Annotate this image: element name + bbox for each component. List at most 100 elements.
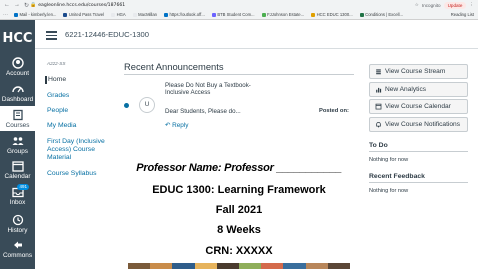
- course-nav-people[interactable]: People: [47, 107, 117, 115]
- new-analytics-button[interactable]: New Analytics: [369, 82, 468, 97]
- groups-icon: [12, 137, 23, 145]
- menu-icon[interactable]: ⋮: [469, 2, 474, 8]
- analytics-icon: [376, 87, 382, 93]
- sidebar-button-label: View Course Notifications: [385, 121, 461, 128]
- back-icon[interactable]: ←: [4, 2, 10, 9]
- banner-image: [128, 263, 351, 269]
- nav-item-label: Groups: [7, 148, 28, 155]
- folder-icon: [111, 12, 116, 17]
- history-icon: [12, 214, 23, 226]
- course-nav-course-syllabus[interactable]: Course Syllabus: [47, 170, 117, 178]
- bookmark-item[interactable]: Conditions | Excell...: [359, 12, 403, 17]
- bookmark-label: BTB Student Com...: [217, 12, 255, 17]
- professor-name: Professor Name: Professor ___________: [136, 162, 342, 174]
- course-nav-home[interactable]: Home: [45, 76, 115, 84]
- reply-icon: ↶: [165, 122, 171, 129]
- star-icon[interactable]: ☆: [415, 2, 419, 8]
- nav-item-label: Dashboard: [1, 96, 34, 103]
- forward-icon[interactable]: →: [14, 2, 20, 9]
- bookmarks-bar: ⋯ Mail - kimberly.len... United Pass Trav…: [0, 10, 478, 20]
- course-duration: 8 Weeks: [217, 224, 261, 236]
- bookmark-item[interactable]: MacMillan: [132, 12, 158, 17]
- doc-icon: [261, 12, 266, 17]
- hcc-logo[interactable]: HCC: [2, 24, 33, 54]
- nav-item-label: Calendar: [4, 173, 31, 180]
- account-icon: [11, 57, 24, 69]
- stream-icon: [376, 69, 381, 75]
- outlook-icon: [164, 12, 169, 17]
- course-nav-first-day-inclusive-access-course-material[interactable]: First Day (Inclusive Access) Course Mate…: [47, 138, 117, 162]
- bookmark-item[interactable]: BTB Student Com...: [211, 12, 255, 17]
- browser-nav-buttons: ← → ↻: [0, 2, 30, 9]
- sidebar-button-label: View Course Stream: [385, 68, 446, 75]
- nav-item-dashboard[interactable]: Dashboard: [0, 83, 35, 105]
- browser-chrome: ← → ↻ 🔒 eagleonline.hccs.edu/courses/187…: [0, 0, 478, 20]
- nav-item-label: Inbox: [9, 199, 26, 206]
- bookmark-label: MacMillan: [138, 12, 158, 17]
- view-course-calendar-button[interactable]: View Course Calendar: [369, 99, 468, 114]
- nav-item-inbox[interactable]: Inbox 491: [0, 184, 35, 208]
- bookmark-label: FJJohnson Estate...: [267, 12, 305, 17]
- reply-label: Reply: [172, 122, 189, 129]
- announcement-title[interactable]: Please Do Not Buy a Textbook- Inclusive …: [165, 82, 257, 97]
- reading-list-button[interactable]: Reading List: [451, 12, 478, 17]
- address-bar[interactable]: ← → ↻ 🔒 eagleonline.hccs.edu/courses/187…: [0, 0, 478, 10]
- course-term: A222-SS: [47, 61, 66, 66]
- update-button[interactable]: Update: [443, 1, 467, 9]
- unread-indicator: [124, 103, 129, 108]
- bookmark-label: https://outlook.off...: [169, 12, 205, 17]
- course-menu-toggle[interactable]: [46, 31, 57, 40]
- incognito-label[interactable]: Incognito: [422, 3, 441, 8]
- bookmark-label: United Pass Travel: [68, 12, 105, 17]
- nav-item-label: Commons: [2, 252, 33, 259]
- reply-link[interactable]: ↶ Reply: [165, 121, 188, 129]
- airline-icon: [63, 12, 68, 17]
- nav-item-commons[interactable]: Commons: [0, 239, 35, 261]
- nav-item-label: Courses: [5, 122, 30, 129]
- nav-item-calendar[interactable]: Calendar: [0, 160, 35, 182]
- view-course-notifications-button[interactable]: View Course Notifications: [369, 117, 468, 132]
- feedback-heading: Recent Feedback: [369, 173, 425, 180]
- posted-on-label: Posted on:: [319, 108, 349, 114]
- apps-icon[interactable]: ⋯: [3, 12, 8, 18]
- nav-item-groups[interactable]: Groups: [0, 135, 35, 157]
- feedback-divider: [369, 182, 468, 183]
- course-nav-grades[interactable]: Grades: [47, 92, 117, 100]
- todo-heading: To Do: [369, 142, 388, 149]
- nav-item-courses[interactable]: Courses: [0, 106, 35, 131]
- course-title: EDUC 1300: Learning Framework: [152, 184, 326, 196]
- course-nav-my-media[interactable]: My Media: [47, 122, 117, 130]
- doc-icon: [359, 12, 364, 17]
- bookmark-item[interactable]: HCC EDUC 1300...: [311, 12, 353, 17]
- nav-item-account[interactable]: Account: [0, 57, 35, 79]
- avatar[interactable]: U: [139, 97, 155, 113]
- dashboard-icon: [11, 86, 24, 93]
- outlook-icon: [14, 12, 18, 17]
- url-text[interactable]: eagleonline.hccs.edu/courses/187661: [36, 3, 415, 8]
- bookmark-item[interactable]: Mail - kimberly.len...: [14, 12, 56, 17]
- view-course-stream-button[interactable]: View Course Stream: [369, 64, 468, 79]
- bell-icon: [376, 122, 381, 128]
- bookmark-item[interactable]: https://outlook.off...: [164, 12, 205, 17]
- todo-empty: Nothing for now: [369, 157, 409, 163]
- doc-icon: [211, 12, 216, 17]
- courses-icon: [12, 109, 23, 121]
- folder-icon: [132, 12, 137, 17]
- nav-item-label: History: [7, 227, 28, 234]
- calendar-icon: [11, 161, 24, 172]
- nav-item-label: Account: [5, 70, 30, 77]
- sidebar-button-label: View Course Calendar: [385, 103, 451, 110]
- crn: CRN: XXXXX: [205, 245, 273, 257]
- breadcrumb[interactable]: 6221-12446-EDUC-1300: [65, 30, 149, 39]
- semester: Fall 2021: [215, 204, 263, 216]
- announcements-divider: [124, 74, 354, 75]
- unread-count-badge: 491: [17, 184, 29, 190]
- bookmark-label: Mail - kimberly.len...: [19, 12, 57, 17]
- bookmark-item[interactable]: United Pass Travel: [63, 12, 104, 17]
- bookmark-item[interactable]: HGA: [111, 12, 126, 17]
- announcement-preview: Dear Students, Please do...: [165, 108, 241, 115]
- reload-icon[interactable]: ↻: [24, 2, 29, 9]
- feedback-empty: Nothing for now: [369, 188, 409, 194]
- bookmark-item[interactable]: FJJohnson Estate...: [261, 12, 305, 17]
- nav-item-history[interactable]: History: [0, 214, 35, 236]
